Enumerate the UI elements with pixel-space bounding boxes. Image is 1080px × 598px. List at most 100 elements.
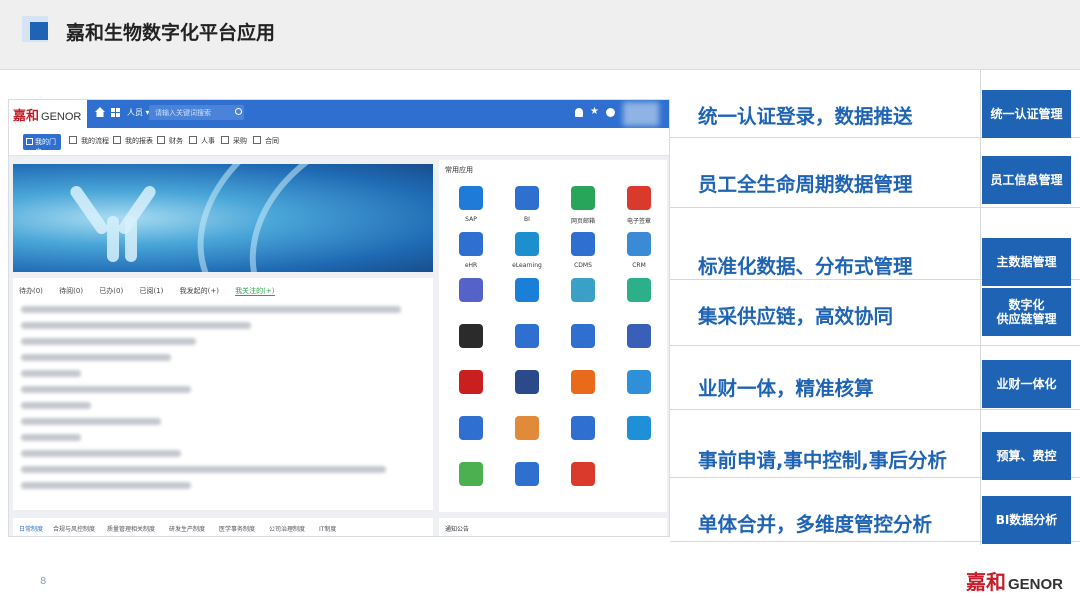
app-tile[interactable]: eHR — [447, 228, 495, 280]
task-item[interactable] — [21, 322, 251, 329]
feature-row: 标准化数据、分布式管理 主数据管理 — [670, 208, 1080, 286]
app-label: 网页邮箱 — [570, 218, 595, 225]
app-tile[interactable]: eLearning — [503, 228, 551, 280]
app-tile[interactable] — [615, 412, 663, 464]
bell-icon[interactable] — [575, 108, 583, 117]
app-tile[interactable] — [559, 320, 607, 372]
feature-button[interactable]: 预算、费控 — [982, 432, 1071, 480]
app-tile[interactable] — [503, 366, 551, 418]
app-tile[interactable] — [447, 366, 495, 418]
app-tile[interactable]: BI — [503, 182, 551, 234]
home-icon[interactable] — [95, 107, 105, 117]
portal-icon — [26, 138, 33, 145]
cloud-lock-icon — [627, 370, 651, 394]
notice-panel: 通知公告 — [439, 518, 667, 536]
feature-button[interactable]: 数字化 供应链管理 — [982, 288, 1071, 336]
policy-tab[interactable]: 医学事务制度 — [219, 524, 255, 533]
purchase-icon — [221, 136, 229, 144]
app-label: SAP — [465, 216, 477, 223]
portal-tabs: 我的门户 我的流程 我的报表 财务 人事 采购 合同 — [9, 128, 669, 156]
app-tile[interactable] — [615, 320, 663, 372]
tab-my-process[interactable]: 我的流程 — [69, 136, 109, 146]
task-tab-done[interactable]: 已办(0) — [99, 287, 123, 295]
app-tile[interactable] — [447, 412, 495, 464]
task-item[interactable] — [21, 466, 386, 473]
document-icon — [459, 278, 483, 302]
feature-button[interactable]: BI数据分析 — [982, 496, 1071, 544]
task-tab-followed[interactable]: 我关注的(+) — [235, 287, 275, 296]
feature-button[interactable]: 业财一体化 — [982, 360, 1071, 408]
feature-button[interactable]: 主数据管理 — [982, 238, 1071, 286]
task-item[interactable] — [21, 418, 161, 425]
policy-tab[interactable]: IT制度 — [319, 524, 336, 533]
app-tile[interactable]: CDMS — [559, 228, 607, 280]
policy-tab[interactable]: 公司治理制度 — [269, 524, 305, 533]
task-item[interactable] — [21, 306, 401, 313]
feature-button[interactable]: 员工信息管理 — [982, 156, 1071, 204]
star-icon[interactable]: ★ — [590, 107, 599, 117]
bracket-icon — [571, 370, 595, 394]
tab-finance[interactable]: 财务 — [157, 136, 183, 146]
task-item[interactable] — [21, 354, 171, 361]
app-tile[interactable]: 网页邮箱 — [559, 182, 607, 234]
task-tab-read[interactable]: 已阅(1) — [139, 287, 163, 295]
task-item[interactable] — [21, 434, 81, 441]
task-tab-initiated[interactable]: 我发起的(+) — [180, 287, 219, 295]
cube-icon — [627, 278, 651, 302]
portal-search-input[interactable]: 请输入关键词搜索 — [149, 105, 244, 120]
policy-tab[interactable]: 合规与风控制度 — [53, 524, 95, 533]
app-tile[interactable] — [447, 458, 495, 510]
app-tile[interactable] — [503, 458, 551, 510]
app-tile[interactable] — [503, 320, 551, 372]
globe-icon[interactable] — [606, 108, 615, 117]
tab-purchase[interactable]: 采购 — [221, 136, 247, 146]
title-accent-square — [30, 22, 48, 40]
app-tile[interactable]: 电子签章 — [615, 182, 663, 234]
app-tile[interactable] — [559, 274, 607, 326]
app-tile[interactable] — [615, 366, 663, 418]
task-item[interactable] — [21, 482, 191, 489]
tab-contract[interactable]: 合同 — [253, 136, 279, 146]
apps-grid-icon[interactable] — [111, 108, 120, 117]
person-icon — [459, 232, 483, 256]
app-tile[interactable] — [447, 274, 495, 326]
task-tab-toread[interactable]: 待阅(0) — [59, 287, 83, 295]
policy-tab[interactable]: 质量管理相关制度 — [107, 524, 155, 533]
tab-my-portal[interactable]: 我的门户 — [23, 134, 61, 156]
arrow-app-icon — [459, 324, 483, 348]
policy-tabs: 日常制度 合规与风控制度 质量管理相关制度 研发生产制度 医学事务制度 公司治理… — [13, 518, 433, 536]
task-item[interactable] — [21, 450, 181, 457]
tab-hr[interactable]: 人事 — [189, 136, 215, 146]
task-item[interactable] — [21, 338, 196, 345]
search-scope-select[interactable]: 人员 ▾ — [127, 107, 150, 118]
feature-row: 统一认证登录，数据推送 统一认证管理 — [670, 90, 1080, 138]
avatar[interactable] — [623, 102, 659, 126]
task-item[interactable] — [21, 386, 191, 393]
app-tile[interactable] — [559, 458, 607, 510]
app-tile[interactable] — [615, 274, 663, 326]
app-tile[interactable] — [503, 412, 551, 464]
app-tile[interactable]: CRM — [615, 228, 663, 280]
app-tile[interactable]: SAP — [447, 182, 495, 234]
feature-description: 员工全生命周期数据管理 — [698, 173, 913, 196]
app-label: BI — [524, 216, 530, 223]
feature-description: 单体合并，多维度管控分析 — [698, 513, 933, 536]
common-apps-panel: 常用应用 SAP BI 网页邮箱 电子签章 eHR eLearning CDMS CRM — [439, 160, 667, 512]
search-icon[interactable] — [235, 108, 242, 115]
feature-button[interactable]: 统一认证管理 — [982, 90, 1071, 138]
task-item[interactable] — [21, 402, 91, 409]
app-tile[interactable] — [503, 274, 551, 326]
stamp-icon — [627, 186, 651, 210]
portal-logo[interactable]: 嘉和 GENOR — [13, 105, 81, 124]
policy-tab[interactable]: 日常制度 — [19, 524, 43, 533]
policy-tab[interactable]: 研发生产制度 — [169, 524, 205, 533]
cloud-icon — [515, 278, 539, 302]
task-tab-todo[interactable]: 待办(0) — [19, 287, 43, 295]
wave-icon — [627, 324, 651, 348]
tab-my-report[interactable]: 我的报表 — [113, 136, 153, 146]
app-tile[interactable] — [559, 412, 607, 464]
app-tile[interactable] — [447, 320, 495, 372]
page-number: 8 — [40, 576, 47, 587]
task-item[interactable] — [21, 370, 81, 377]
app-tile[interactable] — [559, 366, 607, 418]
